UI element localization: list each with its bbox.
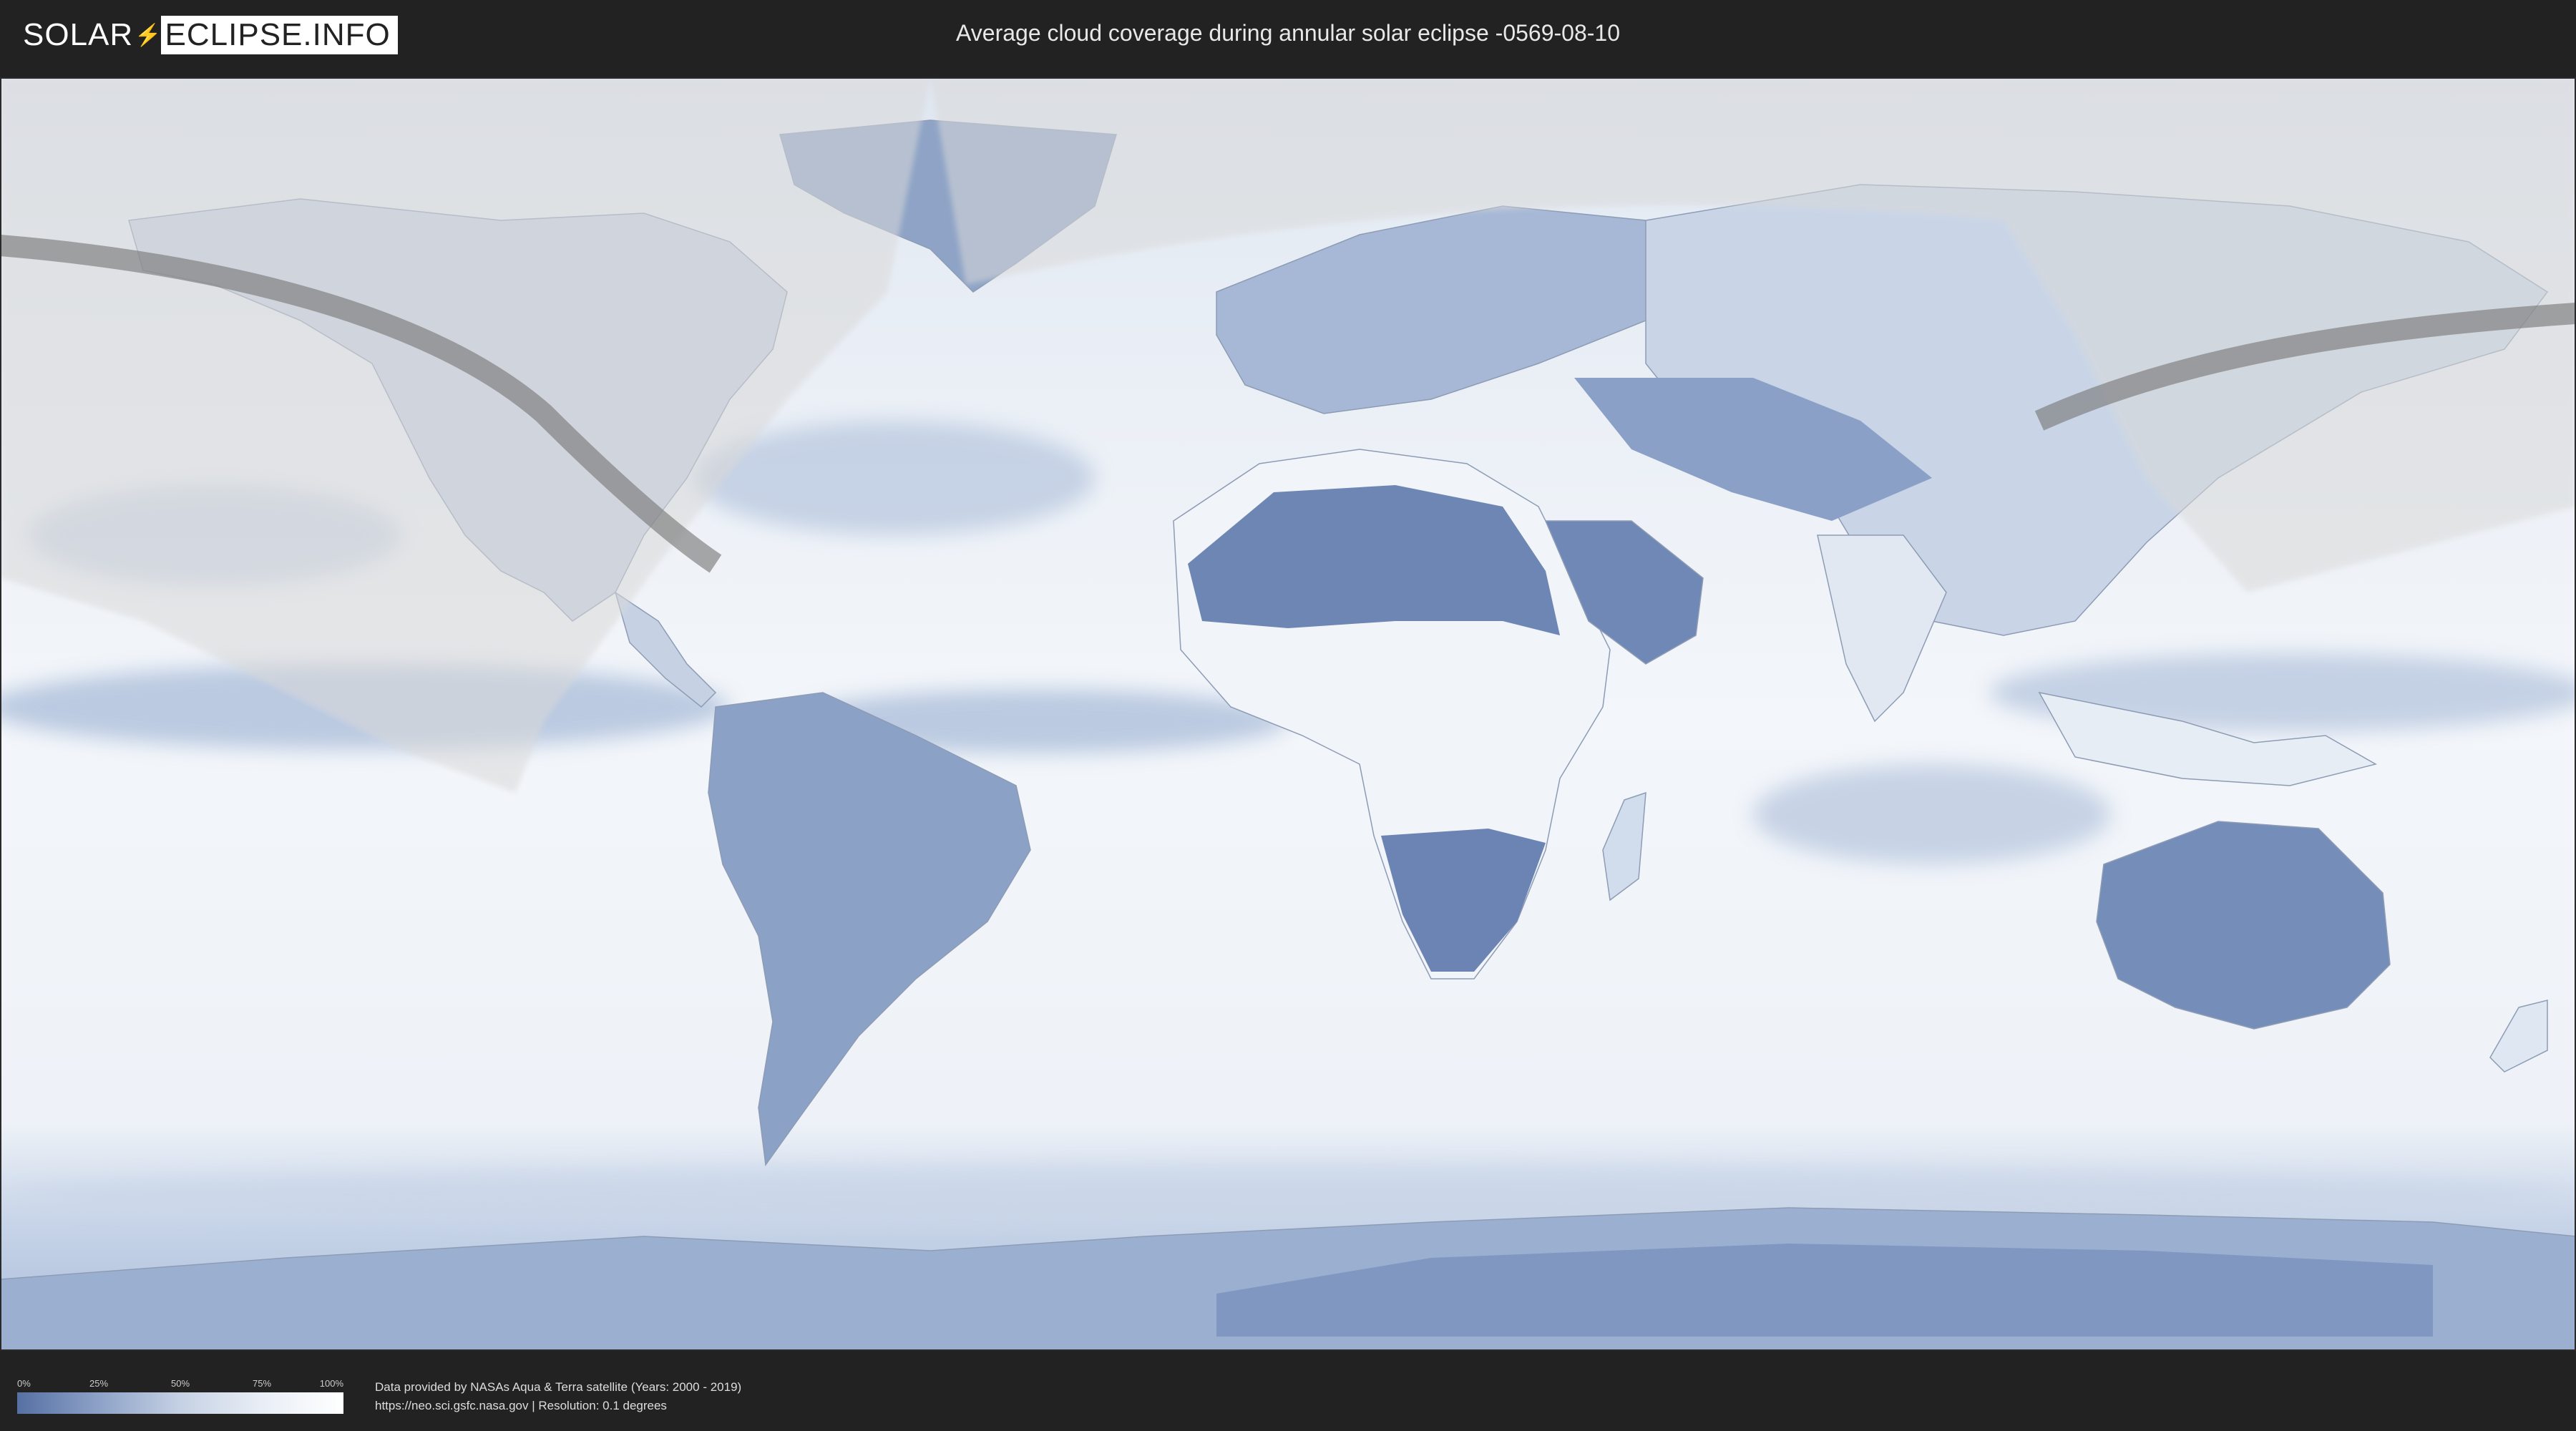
legend-color-bar xyxy=(17,1392,343,1414)
legend-tick: 100% xyxy=(319,1378,343,1389)
credit-line-satellite: Data provided by NASAs Aqua & Terra sate… xyxy=(375,1380,742,1394)
legend-ticks: 0% 25% 50% 75% 100% xyxy=(17,1378,343,1392)
footer-bar: 0% 25% 50% 75% 100% Data provided by NAS… xyxy=(0,1357,2576,1431)
legend-tick: 50% xyxy=(170,1378,190,1389)
page-title: Average cloud coverage during annular so… xyxy=(956,20,1620,46)
legend-tick: 0% xyxy=(17,1378,31,1389)
header-bar: SOLAR ⚡ ECLIPSE.INFO Average cloud cover… xyxy=(0,0,2576,72)
legend-tick: 25% xyxy=(89,1378,109,1389)
cloud-coverage-legend: 0% 25% 50% 75% 100% xyxy=(17,1378,343,1414)
legend-tick: 75% xyxy=(252,1378,272,1389)
cloud-coverage-map[interactable] xyxy=(0,77,2576,1351)
world-map-svg xyxy=(0,77,2576,1351)
data-credits: Data provided by NASAs Aqua & Terra sate… xyxy=(375,1378,741,1415)
credit-line-source[interactable]: https://neo.sci.gsfc.nasa.gov | Resoluti… xyxy=(375,1397,741,1415)
